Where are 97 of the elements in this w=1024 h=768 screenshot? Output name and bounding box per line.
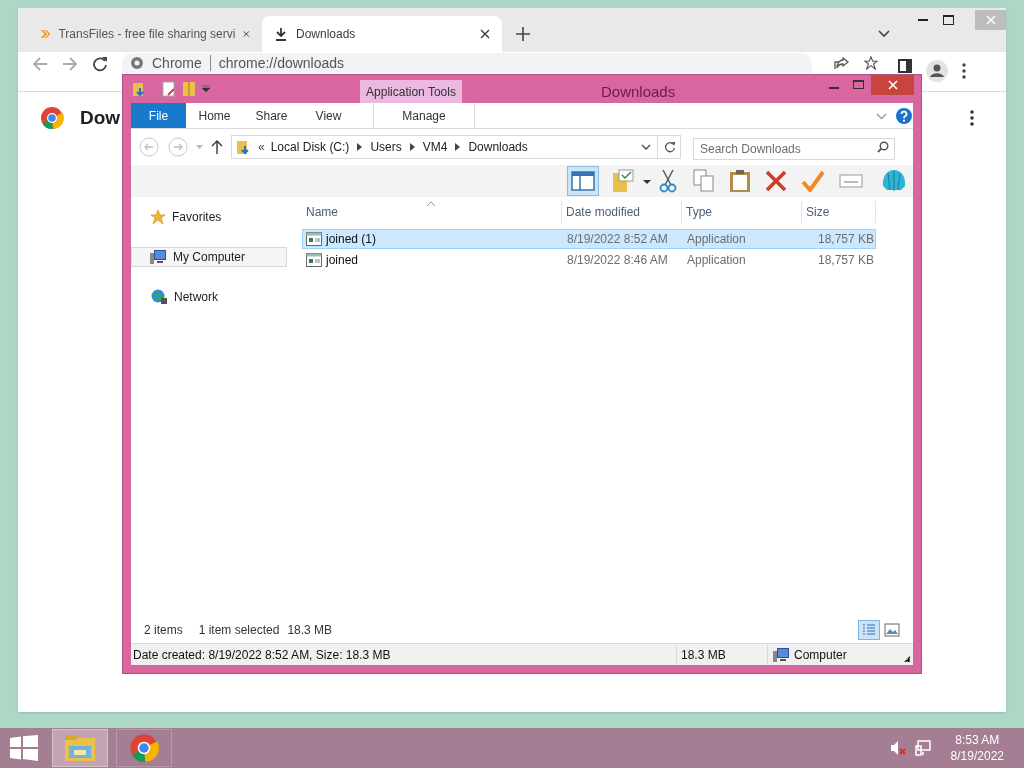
star-icon [150,209,166,225]
ribbon-tab[interactable]: View [300,103,357,128]
file-row[interactable]: joined (1) 8/19/2022 8:52 AM Application 18,757 KB [302,229,876,249]
breadcrumb-item[interactable]: Local Disk (C:) [270,138,350,156]
star-icon[interactable] [864,56,878,70]
table-cell-text: Application [686,252,747,269]
reload-icon[interactable] [92,56,108,72]
file-name: joined (1) [326,231,377,248]
column-header[interactable]: Date modified [562,201,682,223]
address-bar[interactable]: Chrome chrome://downloads [122,53,812,73]
table-cell-text: 18,757 KB [816,231,875,248]
table-cell-text: 18,757 KB [816,252,875,269]
tab-title: TransFiles - free file sharing servi [58,26,236,43]
application-icon [306,253,322,267]
tab-title: Downloads [296,26,357,43]
nav-item[interactable]: Favorites [133,207,299,227]
browser-tab[interactable]: Downloads [262,16,502,52]
shell-icon[interactable] [881,168,907,194]
ribbon-tab[interactable]: File [131,103,186,128]
table-cell-text: Application [686,231,747,248]
breadcrumb-item[interactable]: Downloads [468,138,528,156]
column-header[interactable]: Size [802,201,876,223]
nav-item[interactable]: My Computer [131,247,287,267]
close-icon [887,80,898,90]
url-text: chrome://downloads [218,53,345,73]
close-icon [985,15,996,25]
folder-options-icon[interactable] [611,169,651,193]
file-name: joined [326,252,359,269]
search-field[interactable]: Search Downloads [693,138,895,160]
file-row[interactable]: joined 8/19/2022 8:46 AM Application 18,757 KB [302,250,876,270]
folder-icon [64,734,96,762]
breadcrumb-item[interactable]: VM4 [422,138,448,156]
share-icon[interactable] [834,56,850,70]
browser-tab[interactable]: TransFiles - free file sharing servi [28,16,262,52]
network-icon [150,289,168,305]
context-tab-group: Application Tools [360,80,462,103]
side-panel-icon[interactable] [898,59,912,73]
status-text: 18.3 MB [287,622,333,639]
chrome-logo-icon [129,733,159,763]
overflow-chevron[interactable]: « [258,138,265,156]
profile-icon[interactable] [926,60,948,82]
refresh-icon[interactable] [664,141,676,153]
chrome-icon [130,56,144,70]
column-header[interactable]: Type [682,201,802,223]
address-field[interactable]: « Local Disk (C:) Users VM4 Downloads [231,135,681,159]
column-header[interactable]: Name [302,201,562,223]
network-icon[interactable] [914,740,931,756]
ribbon-tab[interactable]: Share [243,103,300,128]
new-tab-icon[interactable] [516,27,530,41]
caret-icon[interactable] [202,85,210,93]
table-cell-text: 8/19/2022 8:52 AM [566,231,669,248]
application-icon [306,232,322,246]
close-icon[interactable] [480,29,490,39]
details-text: Date created: 8/19/2022 8:52 AM, Size: 18.3 MB [132,646,392,664]
table-cell-text: 8/19/2022 8:46 AM [566,252,669,269]
list-icon [862,624,876,636]
cut-icon[interactable] [659,169,677,193]
properties-icon[interactable] [162,81,176,97]
status-text: 1 item selected [198,622,280,639]
chrome-logo-icon [40,106,64,130]
menu-icon[interactable] [962,63,966,79]
computer-icon [149,249,167,265]
close-icon[interactable] [243,29,250,39]
chrome-taskbar-button[interactable] [116,729,172,767]
preview-pane-button[interactable] [567,166,599,196]
page-title: Dow [80,105,121,130]
minimize-icon[interactable] [918,18,930,22]
more-icon[interactable] [970,110,974,126]
delete-icon[interactable] [765,170,787,192]
computer-icon [772,646,790,663]
paste-icon[interactable] [729,169,751,193]
up-icon[interactable] [211,140,223,154]
details-size: 18.3 MB [680,646,727,664]
status-text: 2 items [144,622,183,639]
window-title: Downloads [601,82,676,102]
maximize-icon[interactable] [943,15,954,25]
checkmark-icon[interactable] [801,170,825,192]
download-icon [274,27,288,41]
resize-grip-icon[interactable] [903,655,911,663]
expand-ribbon-icon[interactable] [876,113,887,120]
ribbon-tab[interactable]: Manage [373,103,475,128]
help-icon[interactable] [896,108,912,124]
ribbon-tab[interactable]: Home [186,103,243,128]
chevron-right-icon[interactable] [409,143,415,151]
chevron-right-icon[interactable] [455,143,461,151]
zone-text: Computer [794,646,847,664]
tab-search-icon[interactable] [878,30,890,38]
folder-icon [236,139,252,155]
nav-item[interactable]: Network [133,287,299,307]
dropdown-icon[interactable] [641,144,651,150]
site-label: Chrome [152,53,202,73]
search-icon[interactable] [877,141,889,153]
windows-start-icon[interactable] [10,735,38,761]
large-icons-view-icon[interactable] [884,623,900,637]
muted-speaker-icon[interactable] [889,740,906,756]
breadcrumb-item[interactable]: Users [370,138,402,156]
chevron-right-icon[interactable] [357,143,363,151]
